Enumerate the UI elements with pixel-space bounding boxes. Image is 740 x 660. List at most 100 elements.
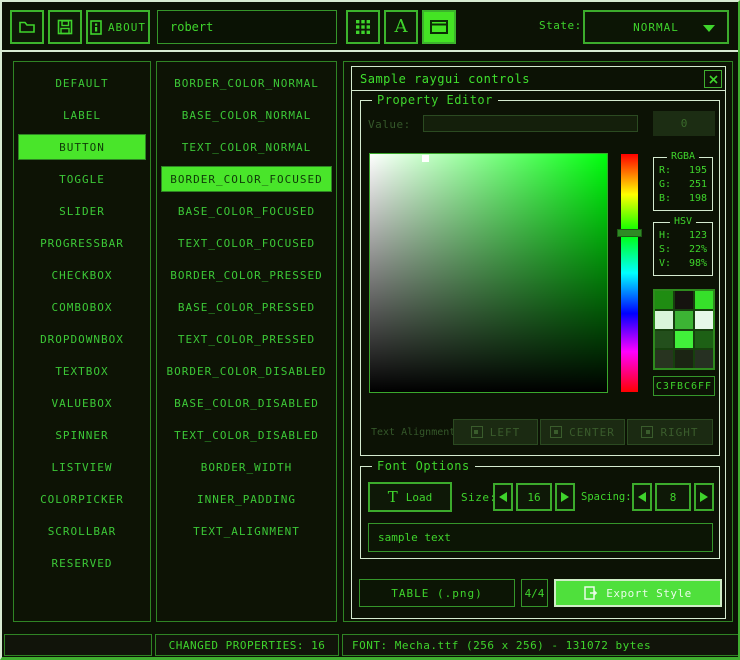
sample-text-box[interactable]: sample text — [368, 523, 713, 552]
chevron-down-icon — [703, 25, 715, 32]
spacing-label: Spacing: — [581, 491, 632, 503]
about-button[interactable]: ABOUT — [86, 10, 150, 44]
color-picker-cursor[interactable] — [422, 155, 429, 162]
font-options-label: Font Options — [372, 459, 475, 473]
color-swatch[interactable] — [655, 350, 673, 368]
export-style-button[interactable]: Export Style — [554, 579, 722, 607]
window-close-button[interactable] — [704, 70, 722, 88]
control-item-default[interactable]: DEFAULT — [18, 70, 146, 96]
property-item[interactable]: TEXT_ALIGNMENT — [161, 518, 332, 544]
property-item[interactable]: TEXT_COLOR_FOCUSED — [161, 230, 332, 256]
color-swatch[interactable] — [695, 291, 713, 309]
state-dropdown[interactable]: NORMAL — [583, 10, 729, 44]
open-style-button[interactable] — [10, 10, 44, 44]
control-item-progressbar[interactable]: PROGRESSBAR — [18, 230, 146, 256]
toolbar-divider — [2, 50, 738, 52]
color-swatch[interactable] — [695, 350, 713, 368]
color-swatch[interactable] — [675, 331, 693, 349]
property-item[interactable]: BASE_COLOR_NORMAL — [161, 102, 332, 128]
rgba-b-row: B: 198 — [654, 192, 712, 206]
v-value: 98% — [689, 257, 707, 271]
control-item-checkbox[interactable]: CHECKBOX — [18, 262, 146, 288]
r-label: R: — [659, 164, 671, 178]
align-right-button[interactable]: RIGHT — [627, 419, 713, 445]
control-item-valuebox[interactable]: VALUEBOX — [18, 390, 146, 416]
color-swatch[interactable] — [675, 311, 693, 329]
property-item[interactable]: BORDER_COLOR_DISABLED — [161, 358, 332, 384]
window-titlebar[interactable]: Sample raygui controls — [352, 67, 725, 91]
size-decrease-button[interactable] — [493, 483, 513, 511]
hex-value-box[interactable]: C3FBC6FF — [653, 376, 715, 396]
property-item[interactable]: BASE_COLOR_PRESSED — [161, 294, 332, 320]
value-box[interactable]: 0 — [653, 111, 715, 136]
arrow-left-icon — [638, 492, 646, 502]
color-swatch[interactable] — [695, 311, 713, 329]
save-style-button[interactable] — [48, 10, 82, 44]
spacing-decrease-button[interactable] — [632, 483, 652, 511]
property-item[interactable]: BASE_COLOR_DISABLED — [161, 390, 332, 416]
font-view-button[interactable]: A — [384, 10, 418, 44]
export-pages-button[interactable]: 4/4 — [521, 579, 548, 607]
controls-list-panel: DEFAULT LABEL BUTTON TOGGLE SLIDER PROGR… — [13, 61, 151, 622]
property-item[interactable]: INNER_PADDING — [161, 486, 332, 512]
property-item-selected[interactable]: BORDER_COLOR_FOCUSED — [161, 166, 332, 192]
property-editor-label: Property Editor — [372, 93, 498, 107]
color-swatch[interactable] — [655, 291, 673, 309]
style-name-field[interactable] — [157, 10, 337, 44]
font-load-button[interactable]: T Load — [368, 482, 452, 512]
state-value: NORMAL — [633, 21, 679, 34]
align-center-button[interactable]: CENTER — [540, 419, 625, 445]
control-item-colorpicker[interactable]: COLORPICKER — [18, 486, 146, 512]
size-increase-button[interactable] — [555, 483, 575, 511]
property-item[interactable]: BORDER_COLOR_NORMAL — [161, 70, 332, 96]
control-item-dropdownbox[interactable]: DROPDOWNBOX — [18, 326, 146, 352]
control-item-button[interactable]: BUTTON — [18, 134, 146, 160]
export-style-label: Export Style — [606, 587, 691, 600]
align-left-label: LEFT — [490, 426, 521, 439]
font-a-icon: A — [395, 18, 408, 36]
rgba-title: RGBA — [667, 151, 699, 162]
control-item-listview[interactable]: LISTVIEW — [18, 454, 146, 480]
export-format-combobox[interactable]: TABLE (.png) — [359, 579, 515, 607]
arrow-right-icon — [700, 492, 708, 502]
control-item-slider[interactable]: SLIDER — [18, 198, 146, 224]
hue-slider-handle[interactable] — [617, 229, 642, 237]
property-item[interactable]: BORDER_COLOR_PRESSED — [161, 262, 332, 288]
color-swatch[interactable] — [695, 331, 713, 349]
s-label: S: — [659, 243, 671, 257]
color-swatch[interactable] — [675, 291, 693, 309]
color-picker-panel[interactable] — [369, 153, 608, 393]
grid-view-button[interactable] — [346, 10, 380, 44]
spacing-increase-button[interactable] — [694, 483, 714, 511]
color-swatch[interactable] — [675, 350, 693, 368]
control-item-combobox[interactable]: COMBOBOX — [18, 294, 146, 320]
color-swatch[interactable] — [655, 311, 673, 329]
property-item[interactable]: TEXT_COLOR_NORMAL — [161, 134, 332, 160]
property-item[interactable]: TEXT_COLOR_DISABLED — [161, 422, 332, 448]
control-item-scrollbar[interactable]: SCROLLBAR — [18, 518, 146, 544]
property-item[interactable]: TEXT_COLOR_PRESSED — [161, 326, 332, 352]
align-left-button[interactable]: LEFT — [453, 419, 538, 445]
arrow-left-icon — [499, 492, 507, 502]
text-alignment-label: Text Alignment — [371, 427, 455, 438]
size-value-box[interactable]: 16 — [516, 483, 552, 511]
s-value: 22% — [689, 243, 707, 257]
controls-view-button[interactable] — [422, 10, 456, 44]
control-item-reserved[interactable]: RESERVED — [18, 550, 146, 576]
property-item[interactable]: BASE_COLOR_FOCUSED — [161, 198, 332, 224]
state-label: State: — [539, 19, 582, 32]
hue-slider[interactable] — [621, 154, 638, 392]
control-item-spinner[interactable]: SPINNER — [18, 422, 146, 448]
style-name-input[interactable] — [168, 19, 326, 35]
control-item-label[interactable]: LABEL — [18, 102, 146, 128]
color-swatch[interactable] — [655, 331, 673, 349]
arrow-right-icon — [561, 492, 569, 502]
control-item-textbox[interactable]: TEXTBOX — [18, 358, 146, 384]
spacing-value-box[interactable]: 8 — [655, 483, 691, 511]
property-item[interactable]: BORDER_WIDTH — [161, 454, 332, 480]
hsv-title: HSV — [670, 216, 696, 227]
value-slider[interactable] — [423, 115, 638, 132]
control-item-toggle[interactable]: TOGGLE — [18, 166, 146, 192]
style-color-swatches — [653, 289, 715, 370]
size-label: Size: — [461, 491, 497, 504]
